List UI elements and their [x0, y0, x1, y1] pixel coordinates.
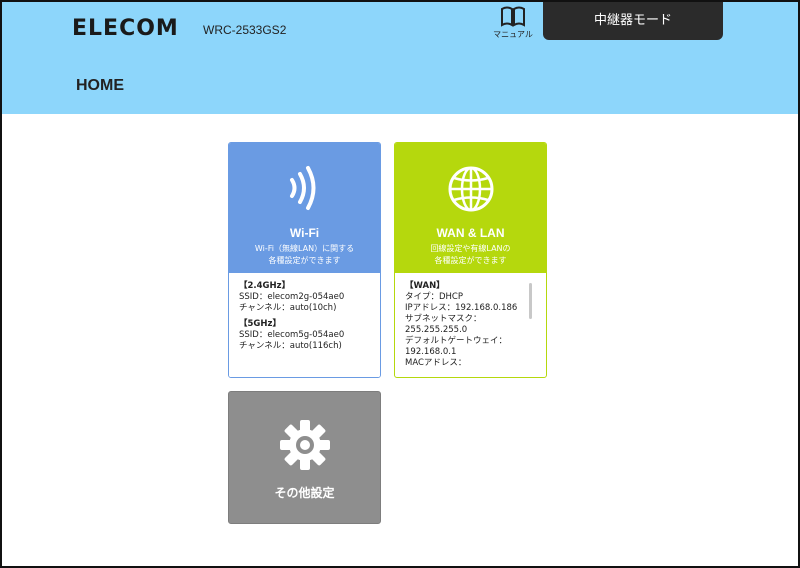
wan-gateway-value: 192.168.0.1 [405, 347, 457, 357]
wifi-card-desc-2: 各種設定ができます [268, 256, 341, 265]
wan-panel-scrollbar[interactable] [529, 283, 532, 319]
wan-ip-address: IPアドレス：192.168.0.186 [405, 303, 518, 313]
ssid-24ghz: SSID：elecom2g-054ae0 [239, 292, 345, 302]
wan-status-panel[interactable]: 【WAN】 タイプ：DHCP IPアドレス：192.168.0.186 サブネッ… [395, 273, 546, 369]
channel-24ghz: チャンネル：auto(10ch) [239, 303, 337, 313]
wan-gateway-label: デフォルトゲートウェイ： [405, 336, 508, 346]
other-settings-title: その他設定 [274, 486, 335, 500]
repeater-mode-button[interactable]: 中継器モード [543, 2, 723, 40]
wan-subnet-value: 255.255.255.0 [405, 325, 468, 335]
page-title: HOME [76, 77, 124, 94]
band-24ghz-heading: 【2.4GHz】 [239, 281, 291, 291]
manual-label: マニュアル [493, 30, 533, 39]
wan-lan-card[interactable]: WAN & LAN 回線設定や有線LANの 各種設定ができます 【WAN】 タイ… [394, 142, 547, 378]
other-settings-card[interactable]: その他設定 [228, 391, 381, 524]
wifi-icon [290, 166, 316, 210]
gear-icon [280, 420, 330, 470]
manual-link[interactable]: マニュアル [490, 6, 536, 42]
wan-type: タイプ：DHCP [405, 292, 463, 302]
wan-lan-card-title: WAN & LAN [436, 226, 505, 240]
model-name: WRC-2533GS2 [203, 23, 287, 37]
wan-heading: 【WAN】 [405, 281, 445, 291]
wifi-card-header[interactable]: Wi-Fi Wi-Fi（無線LAN）に関する 各種設定ができます [229, 143, 380, 273]
wifi-card[interactable]: Wi-Fi Wi-Fi（無線LAN）に関する 各種設定ができます 【2.4GHz… [228, 142, 381, 378]
wifi-card-desc-1: Wi-Fi（無線LAN）に関する [254, 244, 355, 253]
band-5ghz-heading: 【5GHz】 [239, 319, 281, 329]
globe-icon [448, 166, 494, 212]
book-icon [501, 6, 525, 27]
channel-5ghz: チャンネル：auto(116ch) [239, 341, 342, 351]
wan-lan-card-header[interactable]: WAN & LAN 回線設定や有線LANの 各種設定ができます [395, 143, 546, 273]
wifi-card-title: Wi-Fi [289, 226, 320, 240]
wan-lan-card-desc-1: 回線設定や有線LANの [430, 244, 511, 253]
ssid-5ghz: SSID：elecom5g-054ae0 [239, 330, 345, 340]
elecom-logo: ELECOM [72, 16, 179, 41]
wan-mac-label: MACアドレス： [405, 358, 467, 368]
wan-lan-card-desc-2: 各種設定ができます [434, 256, 507, 265]
wan-subnet-label: サブネットマスク： [405, 314, 482, 324]
wifi-status-panel: 【2.4GHz】 SSID：elecom2g-054ae0 チャンネル：auto… [229, 273, 380, 377]
